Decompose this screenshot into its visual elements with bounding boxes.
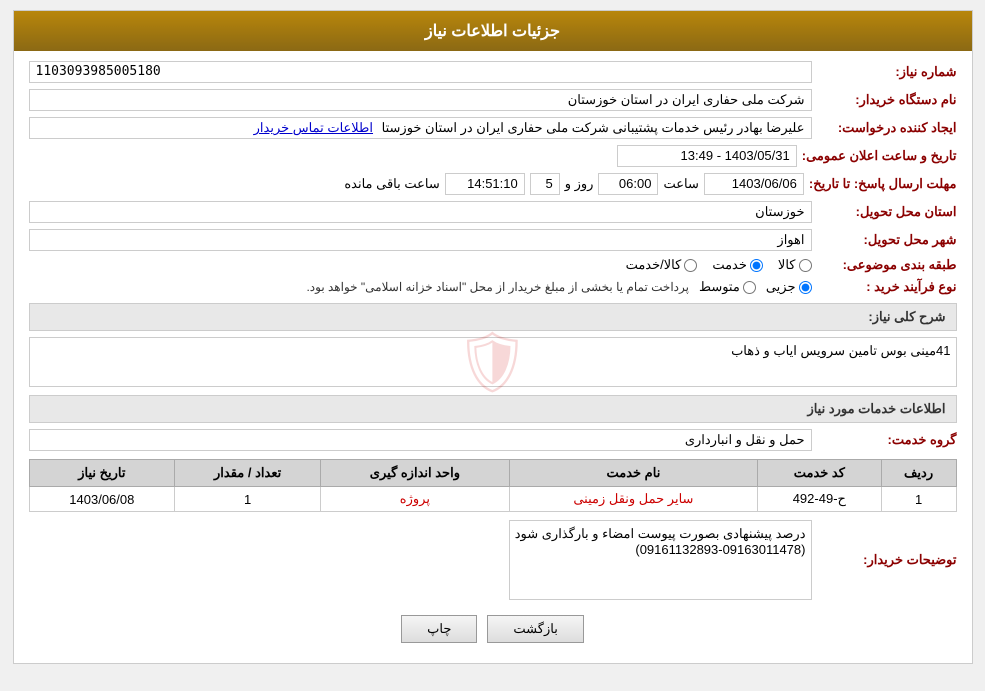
purchase-type-jozii[interactable]: جزیی [766,279,812,295]
buyer-org-row: نام دستگاه خریدار: شرکت ملی حفاری ایران … [29,89,957,111]
city-label: شهر محل تحویل: [817,232,957,248]
buyer-notes-value: درصد پیشنهادی بصورت پیوست امضاء و بارگذا… [509,520,812,600]
province-row: استان محل تحویل: خوزستان [29,201,957,223]
print-button[interactable]: چاپ [401,615,477,643]
purchase-type-options: جزیی متوسط پرداخت تمام یا بخشی از مبلغ خ… [29,279,812,295]
request-number-value: 1103093985005180 [29,61,812,83]
cell-service-name: سایر حمل ونقل زمینی [509,487,757,512]
purchase-type-motavaset[interactable]: متوسط [699,279,756,295]
category-row: طبقه بندی موضوعی: کالا خدمت کالا/خدمت [29,257,957,273]
category-radio-khedmat[interactable] [750,259,763,272]
service-group-value: حمل و نقل و انبارداری [29,429,812,451]
page-title: جزئیات اطلاعات نیاز [14,11,972,51]
response-time-label: ساعت [663,176,698,192]
buyer-org-label: نام دستگاه خریدار: [817,92,957,108]
service-group-label: گروه خدمت: [817,432,957,448]
need-description-box: 🛡 41مینی بوس تامین سرویس ایاب و ذهاب [29,337,957,387]
purchase-type-radio-jozii[interactable] [799,281,812,294]
col-header-name: نام خدمت [509,460,757,487]
response-remaining: 14:51:10 [445,173,525,195]
response-days-label: روز و [565,176,594,192]
services-table: ردیف کد خدمت نام خدمت واحد اندازه گیری ت… [29,459,957,512]
col-header-rownum: ردیف [881,460,956,487]
purchase-type-radio-motavaset[interactable] [743,281,756,294]
creator-value: علیرضا بهادر رئیس خدمات پشتیبانی شرکت مل… [29,117,812,139]
category-radio-kala[interactable] [799,259,812,272]
response-date: 1403/06/06 [704,173,804,195]
province-label: استان محل تحویل: [817,204,957,220]
col-header-code: کد خدمت [758,460,882,487]
response-days: 5 [530,173,560,195]
col-header-date: تاریخ نیاز [29,460,175,487]
response-time: 06:00 [598,173,658,195]
col-header-qty: تعداد / مقدار [175,460,321,487]
purchase-type-row: نوع فرآیند خرید : جزیی متوسط پرداخت تمام… [29,279,957,295]
category-label-kala-khedmat: کالا/خدمت [626,257,682,273]
request-number-label: شماره نیاز: [817,64,957,80]
purchase-type-label-jozii: جزیی [766,279,796,295]
buyer-org-value: شرکت ملی حفاری ایران در استان خوزستان [29,89,812,111]
creator-label: ایجاد کننده درخواست: [817,120,957,136]
category-radio-group: کالا خدمت کالا/خدمت [29,257,812,273]
category-option-kala[interactable]: کالا [778,257,812,273]
cell-rownum: 1 [881,487,956,512]
footer-buttons: بازگشت چاپ [29,615,957,643]
col-header-unit: واحد اندازه گیری [321,460,510,487]
creator-link[interactable]: اطلاعات تماس خریدار [254,120,373,135]
announce-datetime-value: 1403/05/31 - 13:49 [617,145,797,167]
table-row: 1 ح-49-492 سایر حمل ونقل زمینی پروژه 1 1… [29,487,956,512]
category-label-khedmat: خدمت [712,257,747,273]
content-area: شماره نیاز: 1103093985005180 نام دستگاه … [14,51,972,663]
back-button[interactable]: بازگشت [487,615,583,643]
cell-unit: پروژه [321,487,510,512]
request-number-row: شماره نیاز: 1103093985005180 [29,61,957,83]
response-deadline-row: مهلت ارسال پاسخ: تا تاریخ: 1403/06/06 سا… [29,173,957,195]
need-description-section-label: شرح کلی نیاز: [29,303,957,331]
main-container: جزئیات اطلاعات نیاز شماره نیاز: 11030939… [13,10,973,664]
response-deadline-label: مهلت ارسال پاسخ: تا تاریخ: [809,176,957,192]
purchase-type-label: نوع فرآیند خرید : [817,279,957,295]
category-label-kala: کالا [778,257,796,273]
creator-text: علیرضا بهادر رئیس خدمات پشتیبانی شرکت مل… [382,120,805,135]
category-option-khedmat[interactable]: خدمت [712,257,763,273]
city-value: اهواز [29,229,812,251]
cell-code: ح-49-492 [758,487,882,512]
creator-row: ایجاد کننده درخواست: علیرضا بهادر رئیس خ… [29,117,957,139]
announce-datetime-row: تاریخ و ساعت اعلان عمومی: 1403/05/31 - 1… [29,145,957,167]
shield-watermark: 🛡 [454,327,530,398]
buyer-notes-label: توضیحات خریدار: [817,552,957,568]
buyer-notes-text: درصد پیشنهادی بصورت پیوست امضاء و بارگذا… [515,526,806,557]
category-label: طبقه بندی موضوعی: [817,257,957,273]
category-option-kala-khedmat[interactable]: کالا/خدمت [626,257,698,273]
province-value: خوزستان [29,201,812,223]
services-section-label: اطلاعات خدمات مورد نیاز [29,395,957,423]
service-group-row: گروه خدمت: حمل و نقل و انبارداری [29,429,957,451]
purchase-type-label-motavaset: متوسط [699,279,740,295]
cell-qty: 1 [175,487,321,512]
purchase-type-note: پرداخت تمام یا بخشی از مبلغ خریدار از مح… [306,280,689,294]
category-radio-kala-khedmat[interactable] [684,259,697,272]
table-header-row: ردیف کد خدمت نام خدمت واحد اندازه گیری ت… [29,460,956,487]
need-description-value: 41مینی بوس تامین سرویس ایاب و ذهاب [35,343,951,359]
response-remaining-label: ساعت باقی مانده [344,176,439,192]
buyer-notes-row: توضیحات خریدار: درصد پیشنهادی بصورت پیوس… [29,520,957,600]
cell-date: 1403/06/08 [29,487,175,512]
city-row: شهر محل تحویل: اهواز [29,229,957,251]
announce-datetime-label: تاریخ و ساعت اعلان عمومی: [802,148,957,164]
